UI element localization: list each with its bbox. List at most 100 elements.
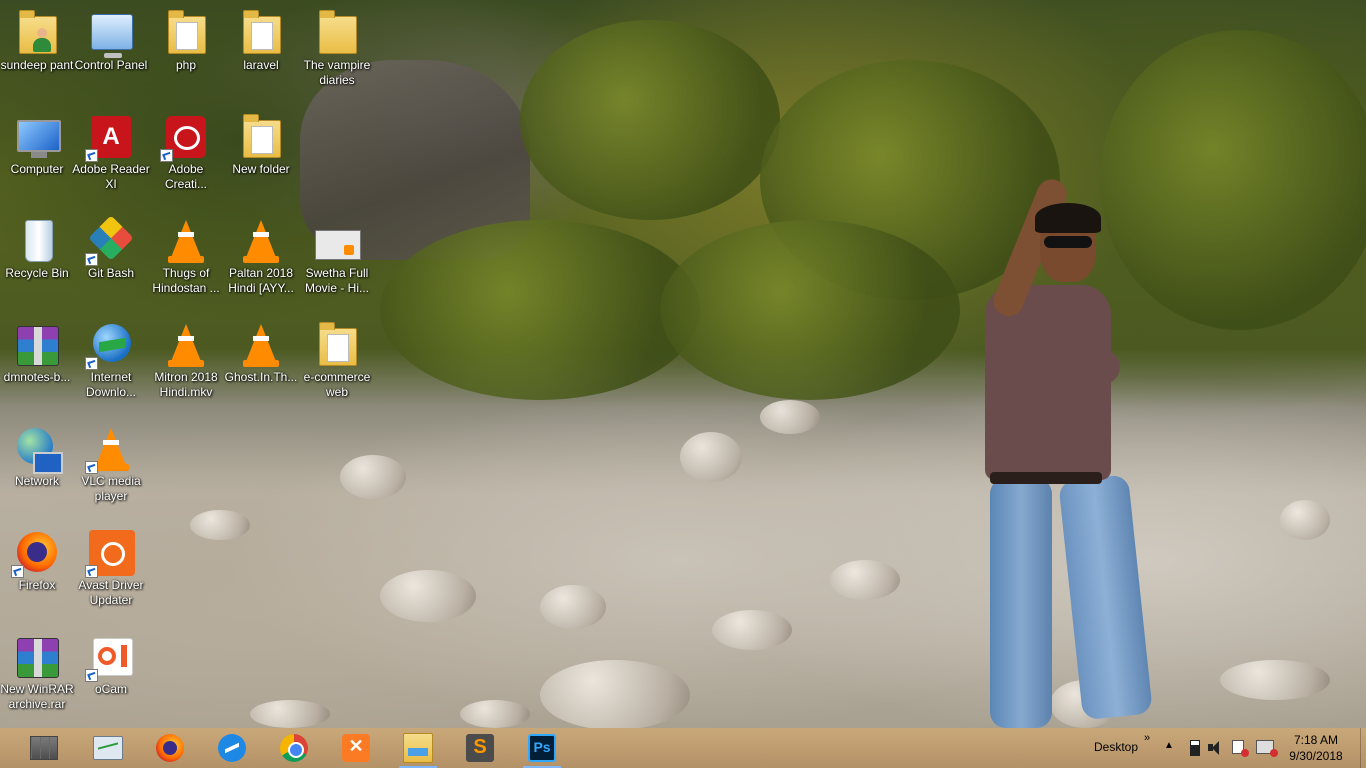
shortcut-arrow-icon: [85, 669, 98, 682]
desktop-icon-e-commerce-web[interactable]: e-commerce web: [300, 314, 374, 412]
wallpaper-person: [1044, 236, 1092, 248]
desktop-icon-dmnotes-archive[interactable]: dmnotes-b...: [0, 314, 74, 412]
clock-date: 9/30/2018: [1289, 749, 1343, 763]
shortcut-arrow-icon: [85, 461, 98, 474]
icon-label: php: [175, 58, 197, 72]
taskbar-xampp[interactable]: [329, 728, 383, 768]
toolbar-chevron-icon[interactable]: »: [1144, 732, 1150, 744]
icon-label: dmnotes-b...: [3, 370, 71, 384]
taskbar: Desktop » ▲ 7:18 AM 9/30/2018: [0, 728, 1366, 768]
icon-label: Internet Downlo...: [85, 370, 137, 399]
desktop-icon-mitron-2018[interactable]: Mitron 2018 Hindi.mkv: [149, 314, 223, 412]
icon-label: Computer: [10, 162, 64, 176]
icon-label: VLC media player: [81, 474, 141, 503]
wallpaper-stone: [712, 610, 792, 650]
git-bash-icon: [85, 215, 135, 266]
desktop-icon-control-panel[interactable]: Control Panel: [74, 2, 148, 100]
wallpaper-tree: [520, 20, 780, 220]
system-clock[interactable]: 7:18 AM 9/30/2018: [1286, 732, 1346, 764]
desktop-icon-computer[interactable]: Computer: [0, 106, 74, 204]
firefox-icon: [156, 734, 184, 762]
icon-label: Avast Driver Updater: [78, 578, 144, 607]
wallpaper-stone: [1220, 660, 1330, 700]
taskbar-messenger[interactable]: [205, 728, 259, 768]
desktop-icon-internet-download-manager[interactable]: Internet Downlo...: [74, 314, 148, 412]
desktop-icon-vlc-media-player[interactable]: VLC media player: [74, 418, 148, 516]
icon-label: oCam: [94, 682, 127, 696]
chrome-icon: [280, 734, 308, 762]
desktop-icon-swetha-movie[interactable]: Swetha Full Movie - Hi...: [300, 210, 374, 308]
network-icon: [13, 424, 63, 474]
wallpaper-stone: [250, 700, 330, 728]
taskbar-photoshop[interactable]: [515, 728, 569, 768]
wallpaper-tree: [380, 220, 700, 400]
desktop-icon-network[interactable]: Network: [0, 418, 74, 516]
icon-label: Control Panel: [74, 58, 148, 72]
task-manager-icon: [93, 736, 123, 760]
desktop-icon-vampire-diaries[interactable]: The vampire diaries: [300, 2, 374, 100]
winrar-archive-icon: [13, 320, 61, 368]
wallpaper-person: [1035, 203, 1101, 233]
volume-icon[interactable]: [1208, 740, 1222, 756]
icon-label: e-commerce web: [303, 370, 371, 399]
avast-icon: [85, 528, 135, 578]
desktop-icon-avast-driver-updater[interactable]: Avast Driver Updater: [74, 522, 148, 620]
recycle-bin-icon: [13, 216, 61, 264]
taskbar-chrome[interactable]: [267, 728, 321, 768]
sublime-text-icon: [466, 734, 494, 762]
desktop-icon-ghost-in-the-shell[interactable]: Ghost.In.Th...: [224, 314, 298, 412]
icon-label: Ghost.In.Th...: [224, 370, 298, 384]
taskbar-sublime-text[interactable]: [453, 728, 507, 768]
network-disconnected-icon[interactable]: [1256, 740, 1278, 757]
taskbar-task-manager[interactable]: [81, 728, 135, 768]
icon-label: Network: [14, 474, 59, 488]
folder-icon: [237, 8, 285, 56]
desktop-icon-adobe-creative-cloud[interactable]: Adobe Creati...: [149, 106, 223, 204]
icon-label: New WinRAR archive.rar: [0, 682, 74, 711]
computer-icon: [13, 112, 61, 160]
desktop-icon-laravel[interactable]: laravel: [224, 2, 298, 100]
desktop-toolbar-label[interactable]: Desktop: [1094, 740, 1138, 754]
action-center-flag-icon[interactable]: [1232, 740, 1249, 757]
idm-icon: [85, 320, 135, 370]
desktop-icon-new-folder[interactable]: New folder: [224, 106, 298, 204]
wallpaper-stone: [380, 570, 476, 622]
ocam-icon: [85, 632, 135, 682]
battery-icon[interactable]: [1190, 740, 1200, 756]
icon-label: Git Bash: [87, 266, 135, 280]
messenger-icon: [218, 734, 246, 762]
desktop-icon-new-winrar-archive[interactable]: New WinRAR archive.rar: [0, 626, 74, 724]
adobe-reader-icon: A: [85, 112, 135, 162]
creative-cloud-icon: [160, 112, 210, 162]
wallpaper-stone: [1280, 500, 1330, 540]
wallpaper-stone: [680, 432, 742, 482]
wallpaper-person: [1005, 350, 1120, 384]
icon-label: Firefox: [18, 578, 56, 592]
icon-label: laravel: [243, 58, 279, 72]
control-panel-icon: [87, 8, 135, 58]
taskbar-firefox[interactable]: [143, 728, 197, 768]
desktop-icon-paltan-2018[interactable]: Paltan 2018 Hindi [AYY...: [224, 210, 298, 308]
wallpaper-stone: [760, 400, 820, 434]
desktop-icon-user-folder[interactable]: sundeep pant: [0, 2, 74, 100]
desktop-icon-thugs-of-hindostan[interactable]: Thugs of Hindostan ...: [149, 210, 223, 308]
desktop-icon-adobe-reader[interactable]: A Adobe Reader XI: [72, 106, 150, 204]
shortcut-arrow-icon: [85, 253, 98, 266]
xampp-icon: [342, 734, 370, 762]
icon-label: Thugs of Hindostan ...: [152, 266, 220, 295]
desktop-icon-git-bash[interactable]: Git Bash: [74, 210, 148, 308]
clock-time: 7:18 AM: [1293, 733, 1339, 747]
vlc-icon: [85, 424, 135, 474]
shortcut-arrow-icon: [11, 565, 24, 578]
wallpaper-stone: [540, 660, 690, 728]
show-desktop-button[interactable]: [1360, 728, 1366, 768]
desktop-icon-firefox[interactable]: Firefox: [0, 522, 74, 620]
wallpaper-person: [990, 472, 1102, 484]
show-hidden-icons-button[interactable]: ▲: [1164, 740, 1174, 751]
start-button[interactable]: [17, 728, 71, 768]
taskbar-file-explorer[interactable]: [391, 728, 445, 768]
desktop-icon-ocam[interactable]: oCam: [74, 626, 148, 724]
desktop-icon-php[interactable]: php: [149, 2, 223, 100]
desktop-icon-recycle-bin[interactable]: Recycle Bin: [0, 210, 74, 308]
icon-label: Mitron 2018 Hindi.mkv: [154, 370, 218, 399]
